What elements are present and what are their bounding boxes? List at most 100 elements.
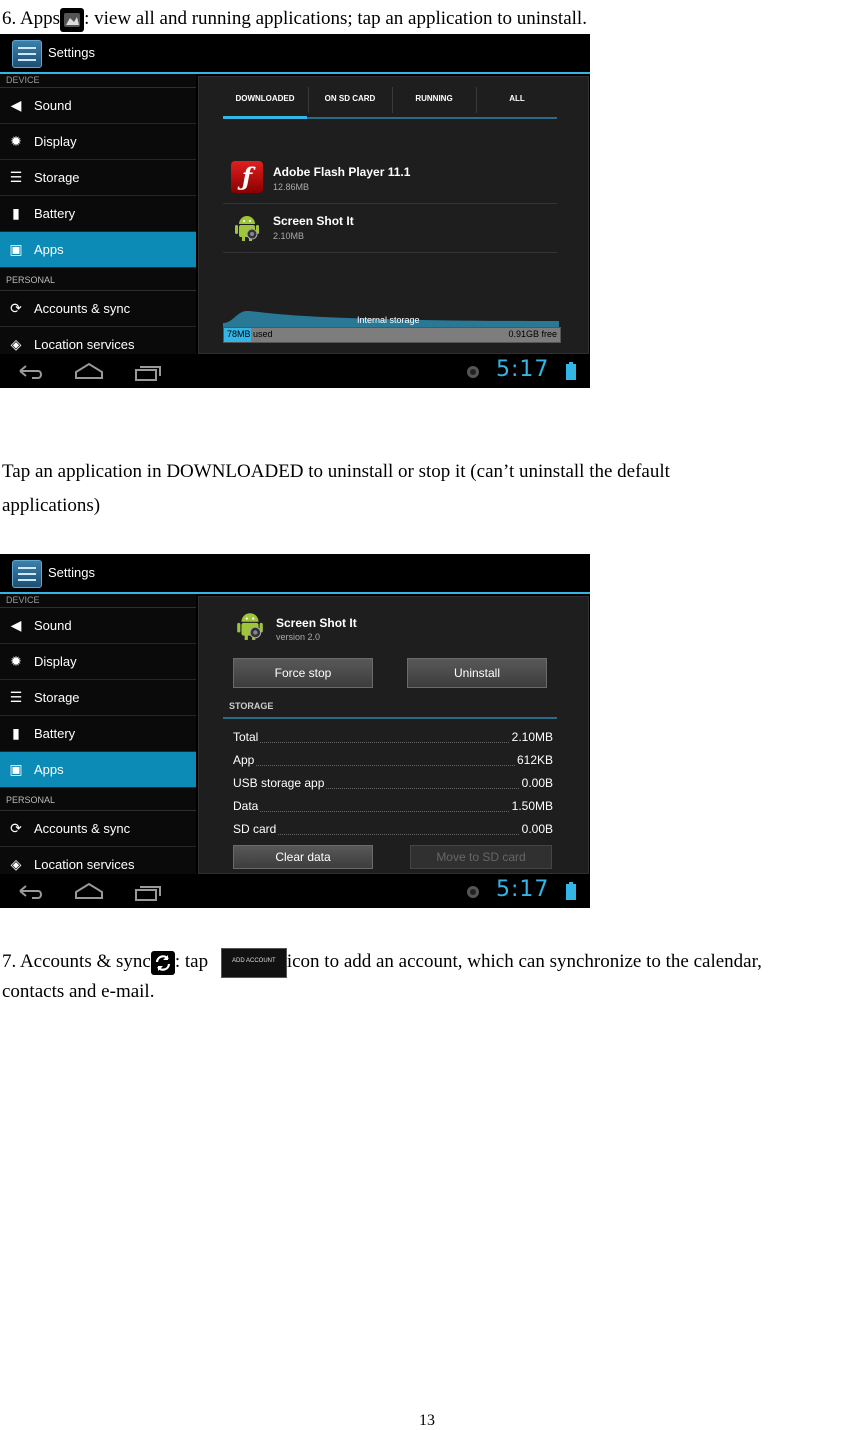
android-icon <box>235 216 259 241</box>
notification-icon[interactable] <box>466 365 480 379</box>
device-header: DEVICE <box>0 594 196 608</box>
action-bar-title: Settings <box>48 565 95 580</box>
sidebar-item-apps[interactable]: ▣ Apps <box>0 752 196 788</box>
storage-row-data: Data 1.50MB <box>233 799 553 813</box>
storage-divider <box>223 717 557 719</box>
sync-icon <box>150 950 175 975</box>
app-size: 12.86MB <box>273 182 310 192</box>
home-icon[interactable] <box>74 882 104 900</box>
section-7-pre: 7. Accounts & sync <box>2 951 151 972</box>
storage-row-app: App 612KB <box>233 753 553 767</box>
home-icon[interactable] <box>74 362 104 380</box>
app-size: 2.10MB <box>273 231 305 241</box>
storage-free: 0.91GB free <box>508 329 557 339</box>
sync-icon: ⟳ <box>10 820 22 836</box>
notification-icon[interactable] <box>466 885 480 899</box>
section-6-post: : view all and running applications; tap… <box>84 8 587 29</box>
tab-running[interactable]: RUNNING <box>393 81 475 117</box>
internal-storage-label: Internal storage <box>357 315 420 325</box>
battery-icon: ▮ <box>12 725 20 741</box>
force-stop-button[interactable]: Force stop <box>233 658 373 688</box>
storage-used: 78MB used <box>227 329 273 339</box>
location-icon: ◈ <box>10 856 22 872</box>
app-version: version 2.0 <box>276 632 321 642</box>
back-icon[interactable] <box>16 362 44 382</box>
recent-apps-icon[interactable] <box>134 362 162 382</box>
personal-header: PERSONAL <box>0 268 196 291</box>
tab-all[interactable]: ALL <box>477 81 557 117</box>
sync-icon: ⟳ <box>10 300 22 316</box>
brightness-icon: ✹ <box>10 653 22 669</box>
settings-icon[interactable] <box>12 40 42 68</box>
storage-bar: 78MB used 0.91GB free <box>223 327 561 343</box>
section-6-pre: 6. Apps <box>2 8 61 29</box>
sidebar-item-battery[interactable]: ▮ Battery <box>0 196 196 232</box>
add-account-button-image: ADD ACCOUNT <box>220 947 287 978</box>
section-7-line-2: contacts and e-mail. <box>2 981 155 1002</box>
tab-downloaded[interactable]: DOWNLOADED <box>223 81 307 119</box>
speaker-icon: ◀ <box>10 617 22 633</box>
battery-icon: ▮ <box>12 205 20 221</box>
recent-apps-icon[interactable] <box>134 882 162 902</box>
sidebar-item-storage[interactable]: ☰ Storage <box>0 680 196 716</box>
apps-tabs: DOWNLOADED ON SD CARD RUNNING ALL <box>223 81 557 119</box>
sidebar-item-display[interactable]: ✹ Display <box>0 644 196 680</box>
back-icon[interactable] <box>16 882 44 902</box>
storage-row-sdcard: SD card 0.00B <box>233 822 553 836</box>
section-7-line: 7. Accounts & sync : tap ADD ACCOUNT icon … <box>2 945 762 979</box>
flash-player-icon: ƒ <box>231 161 263 193</box>
settings-sidebar: DEVICE ◀ Sound ✹ Display ☰ Storage ▮ Battery… <box>0 594 196 883</box>
storage-row-total: Total 2.10MB <box>233 730 553 744</box>
sidebar-item-storage[interactable]: ☰ Storage <box>0 160 196 196</box>
battery-status-icon <box>566 362 576 380</box>
screenshot-apps-list: Settings DEVICE ◀ Sound ✹ Display ☰ Storage… <box>0 34 590 388</box>
tab-on-sd-card[interactable]: ON SD CARD <box>309 81 391 117</box>
brightness-icon: ✹ <box>10 133 22 149</box>
status-clock: 5:17 <box>496 877 550 902</box>
uninstall-button[interactable]: Uninstall <box>407 658 547 688</box>
sidebar-item-sound[interactable]: ◀ Sound <box>0 608 196 644</box>
apps-icon <box>60 7 85 32</box>
apps-panel: DOWNLOADED ON SD CARD RUNNING ALL ƒ Adob… <box>198 76 589 354</box>
app-name: Screen Shot It <box>273 214 354 228</box>
sidebar-item-apps[interactable]: ▣ Apps <box>0 232 196 268</box>
sidebar-item-sound[interactable]: ◀ Sound <box>0 88 196 124</box>
storage-header: STORAGE <box>229 701 274 711</box>
battery-status-icon <box>566 882 576 900</box>
settings-icon[interactable] <box>12 560 42 588</box>
caption-line-2: applications) <box>2 495 101 516</box>
settings-sidebar: DEVICE ◀ Sound ✹ Display ☰ Storage ▮ Battery… <box>0 74 196 363</box>
sidebar-item-accounts-sync[interactable]: ⟳ Accounts & sync <box>0 811 196 847</box>
section-7-post: icon to add an account, which can synchr… <box>286 951 762 972</box>
storage-row-usb: USB storage app 0.00B <box>233 776 553 790</box>
app-name: Adobe Flash Player 11.1 <box>273 165 411 179</box>
app-name: Screen Shot It <box>276 616 357 630</box>
page-number: 13 <box>419 1412 435 1429</box>
section-6-line: 6. Apps : view all and running applicatio… <box>2 2 587 36</box>
apps-icon: ▣ <box>9 241 23 257</box>
app-row-flash[interactable]: ƒ Adobe Flash Player 11.1 12.86MB <box>223 155 557 204</box>
storage-icon: ☰ <box>9 169 23 185</box>
app-info-panel: Screen Shot It version 2.0 Force stop Un… <box>198 596 589 874</box>
storage-icon: ☰ <box>9 689 23 705</box>
system-navbar: 5:17 <box>0 354 590 388</box>
apps-icon: ▣ <box>9 761 23 777</box>
speaker-icon: ◀ <box>10 97 22 113</box>
app-row-screenshot[interactable]: Screen Shot It 2.10MB <box>223 204 557 253</box>
caption-line-1: Tap an application in DOWNLOADED to unin… <box>2 461 670 482</box>
android-icon <box>237 613 263 640</box>
action-bar: Settings <box>0 34 590 74</box>
status-clock: 5:17 <box>496 357 550 382</box>
clear-data-button[interactable]: Clear data <box>233 845 373 869</box>
sidebar-item-battery[interactable]: ▮ Battery <box>0 716 196 752</box>
move-to-sd-button[interactable]: Move to SD card <box>410 845 552 869</box>
sidebar-item-accounts-sync[interactable]: ⟳ Accounts & sync <box>0 291 196 327</box>
action-bar-title: Settings <box>48 45 95 60</box>
device-header: DEVICE <box>0 74 196 88</box>
action-bar: Settings <box>0 554 590 594</box>
personal-header: PERSONAL <box>0 788 196 811</box>
sidebar-item-display[interactable]: ✹ Display <box>0 124 196 160</box>
section-7-mid: : tap <box>174 951 209 972</box>
screenshot-app-info: Settings DEVICE ◀ Sound ✹ Display ☰ Storage… <box>0 554 590 908</box>
location-icon: ◈ <box>10 336 22 352</box>
